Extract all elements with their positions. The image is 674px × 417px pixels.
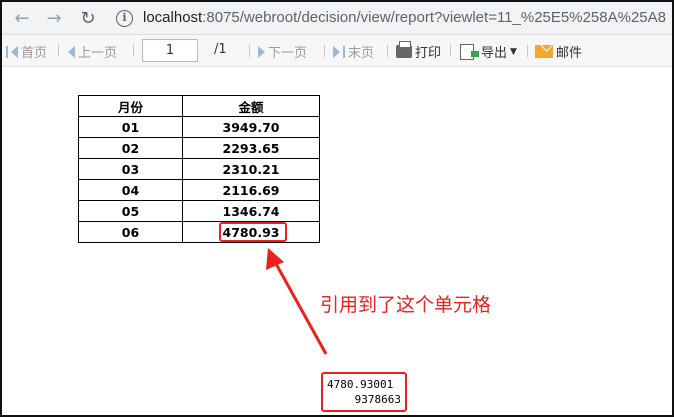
column-header-amount: 金额	[182, 95, 320, 117]
table-row: 02 2293.65	[78, 137, 320, 159]
first-page-label: 首页	[21, 46, 48, 61]
report-table: 月份 金额 01 3949.70 02 2293.65 03 2310.21 0…	[78, 95, 320, 243]
last-page-icon	[343, 45, 345, 58]
export-label: 导出	[481, 46, 508, 61]
highlight-box	[219, 222, 287, 242]
toolbar-divider	[324, 45, 325, 57]
toolbar-divider	[450, 45, 451, 57]
next-page-label: 下一页	[268, 46, 308, 61]
mail-button[interactable]: 邮件	[535, 42, 582, 61]
chevron-down-icon: ▼	[510, 46, 517, 57]
print-label: 打印	[415, 46, 442, 61]
month-cell: 04	[78, 179, 183, 201]
mail-icon	[535, 45, 553, 58]
month-cell: 02	[78, 137, 183, 159]
amount-cell: 2116.69	[182, 179, 320, 201]
page-total: /1	[214, 42, 227, 57]
amount-cell: 2310.21	[182, 158, 320, 180]
back-arrow-icon[interactable]: ←	[10, 7, 34, 31]
export-button[interactable]: 导出 ▼	[460, 42, 517, 61]
prev-page-icon	[68, 45, 75, 58]
amount-cell: 1346.74	[182, 200, 320, 222]
browser-address-bar: ← → ↻ i localhost:8075/webroot/decision/…	[2, 2, 672, 35]
toolbar-divider	[387, 45, 388, 57]
reload-icon[interactable]: ↻	[76, 7, 100, 31]
last-page-button[interactable]: 末页	[333, 42, 374, 61]
table-header-row: 月份 金额	[78, 95, 320, 117]
last-page-label: 末页	[348, 46, 375, 61]
report-toolbar: 首页 上一页 1 /1 下一页 末页 打印 导出 ▼ 邮件	[2, 35, 672, 67]
first-page-button[interactable]: 首页	[6, 42, 47, 61]
month-cell: 05	[78, 200, 183, 222]
table-row: 05 1346.74	[78, 200, 320, 222]
result-line-2: 9378663	[354, 393, 401, 406]
url-host: localhost	[143, 9, 203, 26]
info-icon[interactable]: i	[116, 10, 133, 27]
prev-page-label: 上一页	[78, 46, 118, 61]
formula-result-box: 4780.93001 9378663	[321, 372, 407, 412]
url-field[interactable]: localhost:8075/webroot/decision/view/rep…	[143, 9, 666, 26]
annotation-label: 引用到了这个单元格	[320, 294, 492, 316]
month-cell: 01	[78, 116, 183, 138]
first-page-arrow-icon	[11, 45, 18, 58]
result-line-1: 4780.93001	[327, 378, 394, 391]
last-page-arrow-icon	[333, 45, 340, 58]
amount-cell: 2293.65	[182, 137, 320, 159]
toolbar-divider	[249, 45, 250, 57]
table-row: 03 2310.21	[78, 158, 320, 180]
mail-label: 邮件	[556, 46, 583, 61]
prev-page-button[interactable]: 上一页	[68, 42, 117, 61]
next-page-icon	[258, 45, 265, 58]
export-icon	[460, 43, 479, 60]
column-header-month: 月份	[78, 95, 183, 117]
table-row: 04 2116.69	[78, 179, 320, 201]
month-cell: 06	[78, 221, 183, 243]
url-path: :8075/webroot/decision/view/report?viewl…	[202, 9, 666, 26]
forward-arrow-icon[interactable]: →	[42, 7, 66, 31]
page-number-input[interactable]: 1	[142, 39, 198, 62]
print-button[interactable]: 打印	[396, 41, 442, 61]
next-page-button[interactable]: 下一页	[258, 42, 307, 61]
printer-icon	[396, 41, 412, 58]
amount-cell: 3949.70	[182, 116, 320, 138]
toolbar-divider	[58, 45, 59, 57]
toolbar-divider	[133, 45, 134, 57]
month-cell: 03	[78, 158, 183, 180]
toolbar-divider	[527, 45, 528, 57]
table-row: 01 3949.70	[78, 116, 320, 138]
first-page-icon	[6, 45, 8, 58]
